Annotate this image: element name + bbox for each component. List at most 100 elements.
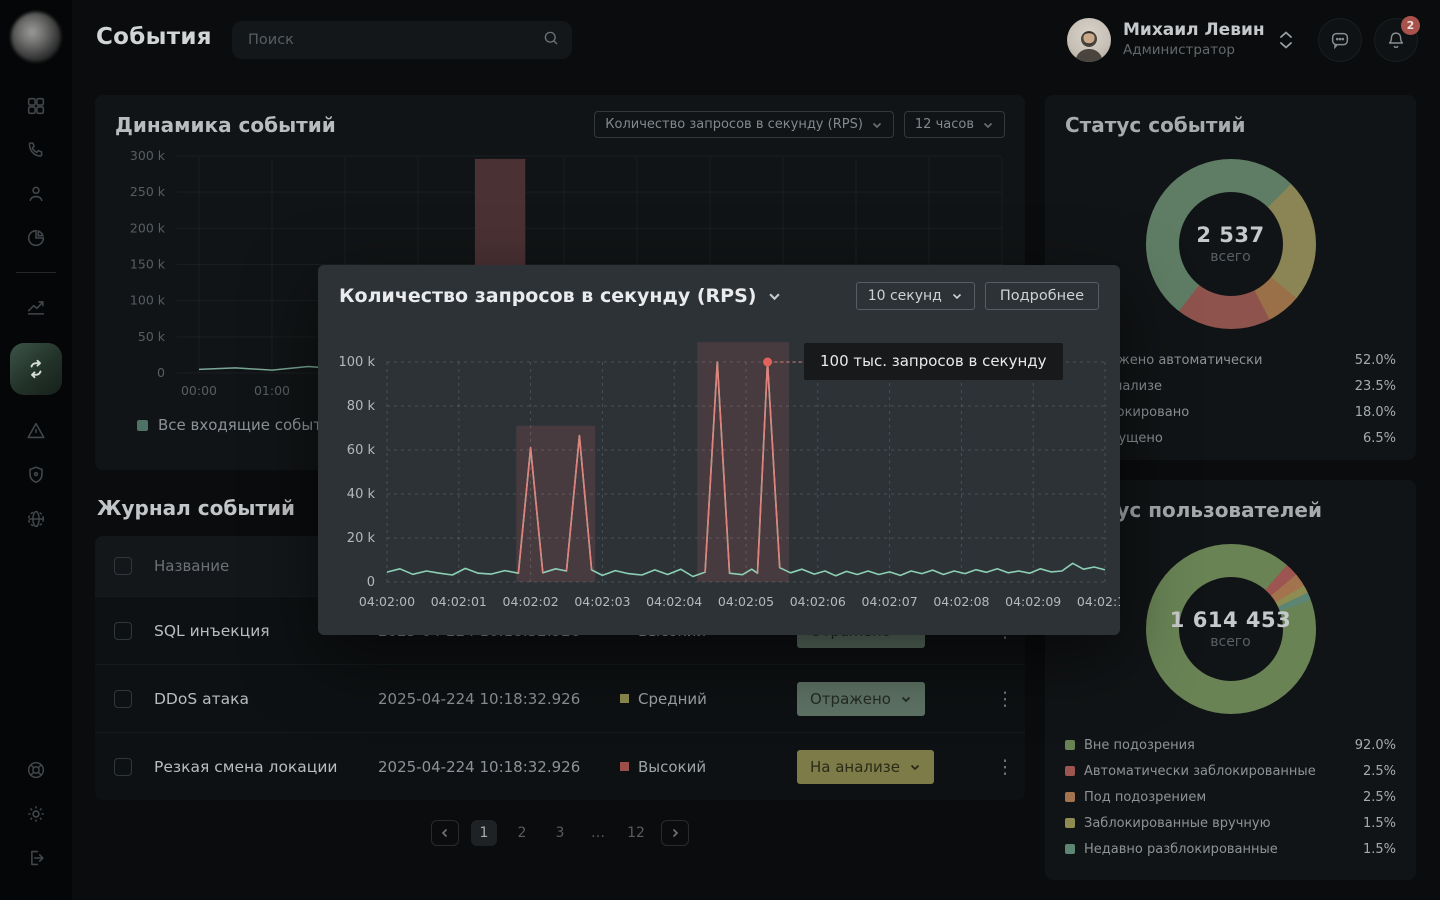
messages-button[interactable]	[1318, 18, 1362, 62]
search-input[interactable]	[248, 32, 542, 48]
svg-text:04:02:05: 04:02:05	[718, 594, 774, 609]
chevron-down-icon	[982, 119, 994, 131]
sidebar-item-logout[interactable]	[24, 846, 48, 870]
legend-swatch	[137, 420, 148, 431]
warning-triangle-icon	[25, 420, 47, 442]
pagination: 1 2 3 … 12	[95, 820, 1025, 846]
svg-text:40 k: 40 k	[347, 487, 376, 502]
pagination-page[interactable]: 1	[471, 820, 497, 846]
users-status-legend: Вне подозрения 92.0% Автоматически забло…	[1065, 732, 1396, 862]
status-select[interactable]: Отражено	[797, 682, 925, 716]
metric-select[interactable]: Количество запросов в секунду (RPS)	[594, 111, 894, 138]
pagination-next-icon[interactable]	[661, 820, 689, 846]
sidebar-item-settings[interactable]	[24, 802, 48, 826]
event-timestamp: 2025-04-224 10:18:32.926	[378, 690, 620, 708]
svg-text:04:02:10: 04:02:10	[1077, 594, 1120, 609]
line-chart-icon	[25, 296, 47, 318]
sidebar-item-reports[interactable]	[24, 226, 48, 250]
user-name: Михаил Левин	[1123, 20, 1265, 40]
status-select[interactable]: На анализе	[797, 750, 934, 784]
sidebar-divider	[16, 272, 56, 273]
user-role: Администратор	[1123, 42, 1235, 58]
row-menu-kebab-icon[interactable]	[985, 756, 1025, 778]
page-title: События	[96, 24, 212, 50]
rps-detail-modal: 020 k40 k60 k80 k100 k04:02:0004:02:0104…	[318, 265, 1120, 635]
sidebar-item-security[interactable]	[24, 463, 48, 487]
chevron-down-icon	[951, 290, 963, 302]
svg-text:100 k: 100 k	[339, 355, 376, 370]
logout-icon	[25, 847, 47, 869]
pagination-ellipsis: …	[585, 820, 611, 846]
svg-text:80 k: 80 k	[347, 399, 376, 414]
notifications-button[interactable]: 2	[1374, 18, 1418, 62]
table-row[interactable]: Резкая смена локации 2025-04-224 10:18:3…	[95, 732, 1025, 800]
row-checkbox[interactable]	[114, 622, 132, 640]
legend-item: Недавно разблокированные 1.5%	[1065, 836, 1396, 862]
users-total-label: всего	[1210, 634, 1250, 650]
legend-item: Автоматически заблокированные 2.5%	[1065, 758, 1396, 784]
sidebar-item-users[interactable]	[24, 182, 48, 206]
avatar[interactable]	[1067, 18, 1111, 62]
svg-text:01:00: 01:00	[254, 383, 290, 398]
svg-text:00:00: 00:00	[181, 383, 217, 398]
chevron-down-icon	[767, 289, 782, 304]
pagination-prev-icon[interactable]	[431, 820, 459, 846]
legend-item: Заблокированные вручную 1.5%	[1065, 810, 1396, 836]
user-menu-expander[interactable]	[1278, 28, 1294, 56]
sidebar-item-network[interactable]	[24, 507, 48, 531]
interval-select[interactable]: 10 секунд	[856, 282, 975, 310]
row-checkbox[interactable]	[114, 690, 132, 708]
svg-text:04:02:07: 04:02:07	[862, 594, 918, 609]
svg-text:20 k: 20 k	[347, 531, 376, 546]
svg-text:250 k: 250 k	[130, 184, 166, 199]
svg-text:60 k: 60 k	[347, 443, 376, 458]
svg-text:100 k: 100 k	[130, 293, 166, 308]
svg-text:200 k: 200 k	[130, 220, 166, 235]
sidebar-item-analytics[interactable]	[24, 295, 48, 319]
row-checkbox[interactable]	[114, 758, 132, 776]
phone-icon	[25, 139, 47, 161]
events-total: 2 537	[1196, 223, 1264, 247]
pagination-page[interactable]: 2	[509, 820, 535, 846]
sidebar-item-support[interactable]	[24, 758, 48, 782]
modal-title-dropdown[interactable]: Количество запросов в секунду (RPS)	[339, 285, 782, 307]
table-row[interactable]: DDoS атака 2025-04-224 10:18:32.926 Сред…	[95, 664, 1025, 732]
event-severity: Средний	[620, 690, 797, 708]
svg-text:50 k: 50 k	[138, 329, 166, 344]
chat-bubble-icon	[1329, 29, 1351, 51]
sync-events-icon	[24, 357, 48, 381]
event-severity: Высокий	[620, 758, 797, 776]
svg-text:150 k: 150 k	[130, 257, 166, 272]
sidebar-item-alerts[interactable]	[24, 419, 48, 443]
severity-swatch	[620, 694, 629, 703]
chevron-down-icon	[909, 761, 921, 773]
search-icon[interactable]	[542, 29, 560, 51]
svg-text:04:02:09: 04:02:09	[1005, 594, 1061, 609]
svg-text:04:02:04: 04:02:04	[646, 594, 702, 609]
select-all-checkbox[interactable]	[114, 557, 132, 575]
details-button[interactable]: Подробнее	[985, 282, 1099, 310]
event-name: Резкая смена локации	[154, 758, 378, 776]
shield-icon	[25, 464, 47, 486]
app-logo	[11, 12, 61, 62]
pagination-page[interactable]: 12	[623, 820, 649, 846]
users-total: 1 614 453	[1170, 608, 1291, 632]
svg-text:04:02:03: 04:02:03	[574, 594, 630, 609]
pagination-page[interactable]: 3	[547, 820, 573, 846]
sidebar-item-events-active[interactable]	[10, 343, 62, 395]
sidebar-item-dashboard[interactable]	[24, 94, 48, 118]
legend-item: Под подозрением 2.5%	[1065, 784, 1396, 810]
sidebar-item-calls[interactable]	[24, 138, 48, 162]
event-timestamp: 2025-04-224 10:18:32.926	[378, 758, 620, 776]
svg-text:04:02:01: 04:02:01	[431, 594, 487, 609]
sidebar-bottom	[24, 758, 48, 870]
lifebuoy-icon	[25, 759, 47, 781]
row-menu-kebab-icon[interactable]	[985, 688, 1025, 710]
legend-item: Все входящие события	[137, 416, 341, 434]
sidebar	[0, 0, 72, 900]
gear-icon	[25, 803, 47, 825]
range-select[interactable]: 12 часов	[904, 111, 1005, 138]
events-total-label: всего	[1210, 249, 1250, 265]
svg-text:04:02:02: 04:02:02	[503, 594, 559, 609]
topbar: События Михаил Левин Администратор 2	[72, 0, 1440, 80]
